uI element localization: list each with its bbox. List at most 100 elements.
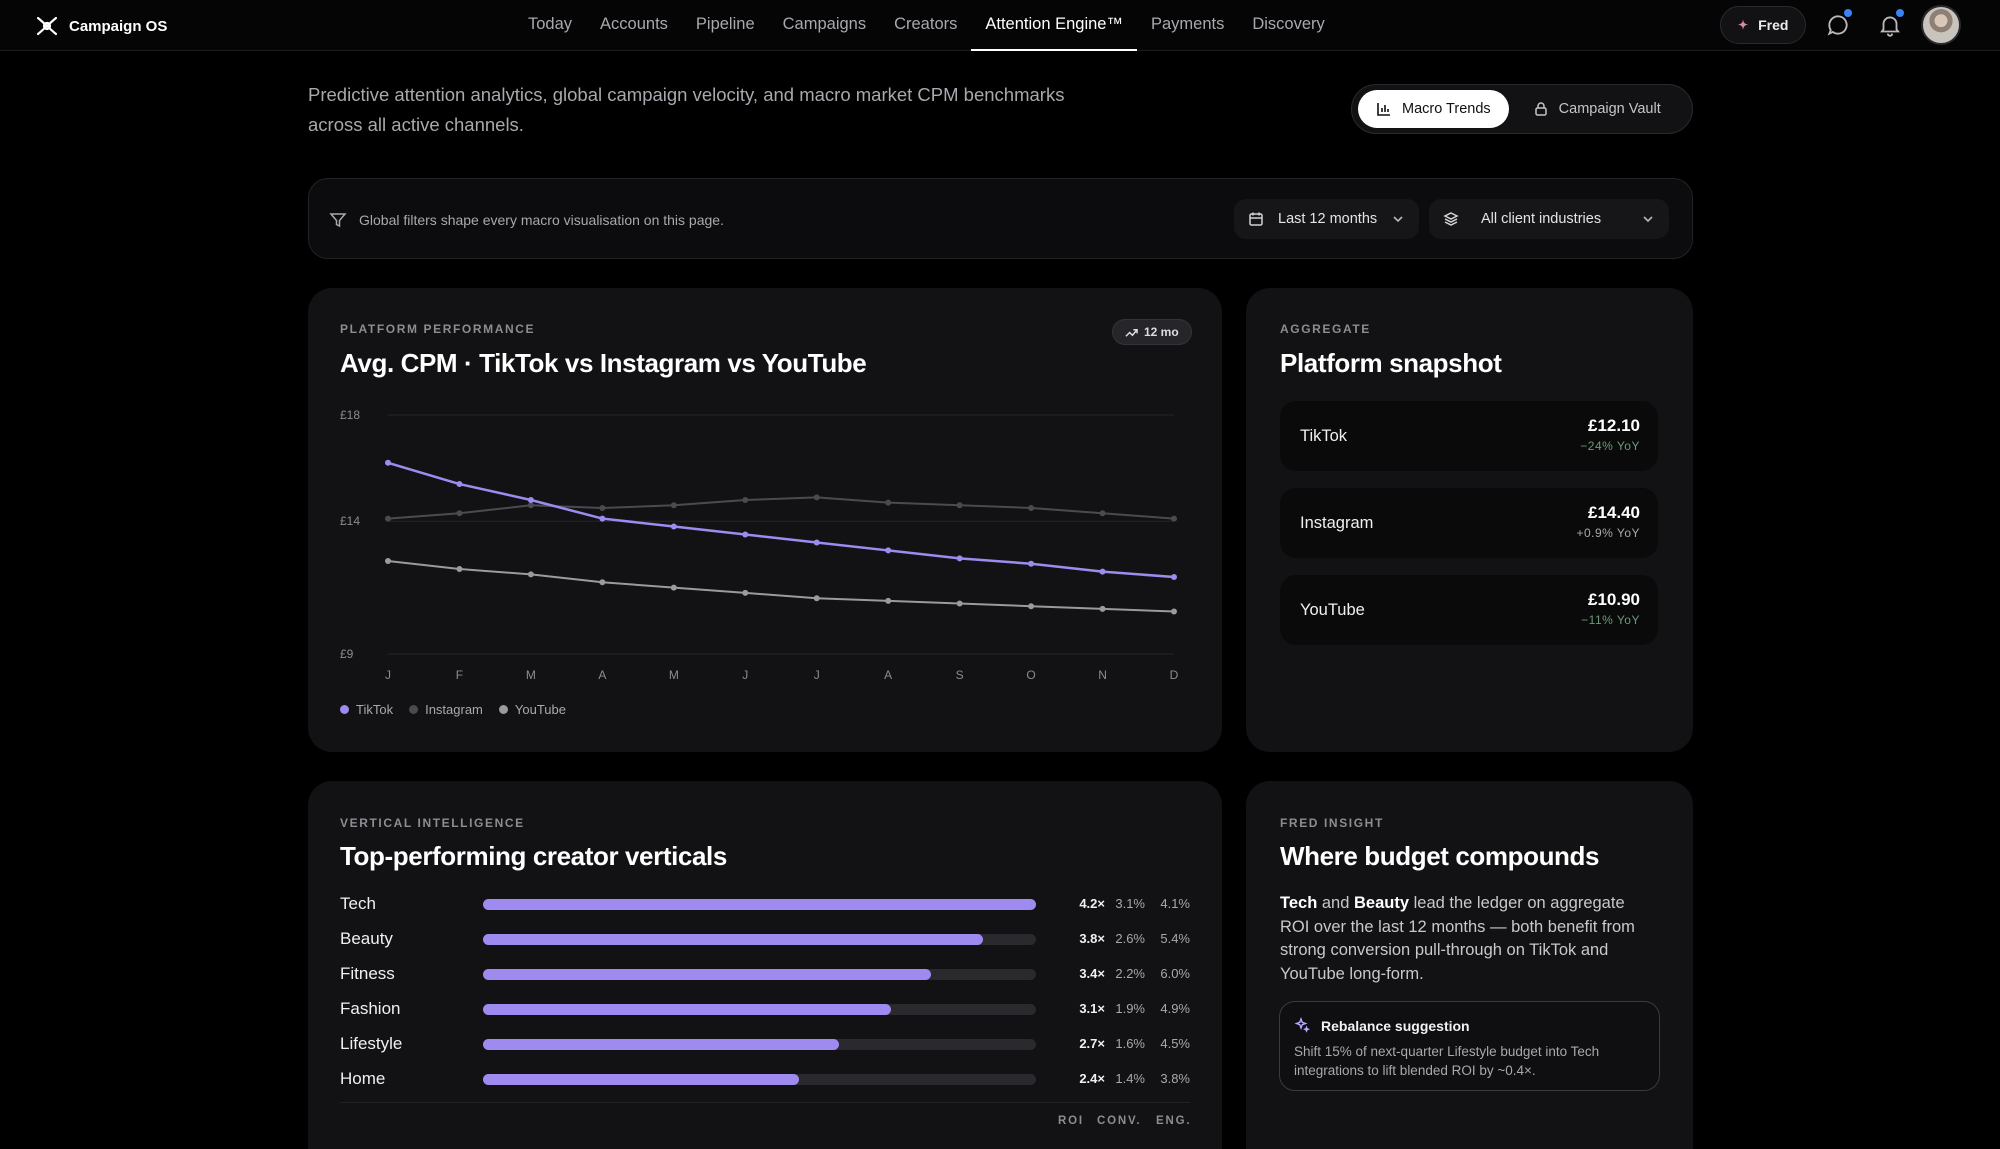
period-badge[interactable]: 12 mo [1112,319,1192,345]
data-point-youtube[interactable] [1099,605,1106,612]
data-point-instagram[interactable] [742,496,749,503]
insight-and: and [1317,894,1354,912]
data-point-youtube[interactable] [527,571,534,578]
vertical-roi: 4.2× [1079,896,1105,911]
nav-discovery[interactable]: Discovery [1238,0,1338,51]
brand[interactable]: Campaign OS [35,14,167,38]
campaign-vault-tab[interactable]: Campaign Vault [1515,90,1679,128]
nav-pipeline[interactable]: Pipeline [682,0,769,51]
nav-campaigns[interactable]: Campaigns [769,0,880,51]
layers-icon [1443,212,1459,226]
vertical-eng: 5.4% [1160,931,1190,946]
vertical-row[interactable]: Home 2.4× 1.4% 3.8% [340,1069,1190,1089]
platform-row[interactable]: Instagram £14.40 +0.9% YoY [1280,488,1658,558]
nav-payments[interactable]: Payments [1137,0,1238,51]
vertical-conv: 2.2% [1115,966,1145,981]
legend-label: YouTube [514,702,566,717]
platform-name: TikTok [1300,427,1348,445]
period-value: Last 12 months [1278,211,1378,227]
data-point-instagram[interactable] [456,510,463,517]
data-point-youtube[interactable] [956,600,963,607]
platform-cpm: £10.90 [1588,590,1640,609]
nav-attention-engine[interactable]: Attention Engine™ [971,0,1137,51]
data-point-instagram[interactable] [956,502,963,509]
period-dropdown[interactable]: Last 12 months [1234,199,1420,239]
fred-assistant-button[interactable]: ✦ Fred [1720,6,1807,44]
data-point-tiktok[interactable] [527,496,534,503]
legend-swatch [340,705,349,714]
macro-trends-label: Macro Trends [1402,101,1491,117]
vertical-row[interactable]: Fashion 3.1× 1.9% 4.9% [340,999,1190,1019]
data-point-instagram[interactable] [527,502,534,509]
industry-dropdown[interactable]: All client industries [1429,199,1669,239]
data-point-youtube[interactable] [1171,608,1177,615]
data-point-instagram[interactable] [599,504,606,511]
data-point-instagram[interactable] [813,494,820,501]
legend-instagram[interactable]: Instagram [409,702,483,717]
vertical-row[interactable]: Lifestyle 2.7× 1.6% 4.5% [340,1034,1190,1054]
nav-accounts[interactable]: Accounts [586,0,682,51]
vertical-row[interactable]: Fitness 3.4× 2.2% 6.0% [340,964,1190,984]
data-point-instagram[interactable] [1099,510,1106,517]
nav-today[interactable]: Today [514,0,586,51]
data-point-tiktok[interactable] [956,555,963,562]
platform-yoy: −24% YoY [1580,439,1640,453]
data-point-instagram[interactable] [1028,504,1035,511]
data-point-tiktok[interactable] [885,547,892,554]
rebalance-suggestion[interactable]: Rebalance suggestion Shift 15% of next-q… [1279,1001,1660,1091]
data-point-youtube[interactable] [456,566,463,573]
data-point-tiktok[interactable] [1171,573,1177,580]
data-point-youtube[interactable] [742,589,749,596]
global-filter-bar: Global filters shape every macro visuali… [308,178,1693,259]
data-point-youtube[interactable] [670,584,677,591]
legend-youtube[interactable]: YouTube [498,702,566,717]
data-point-youtube[interactable] [813,595,820,602]
y-tick-label: £14 [340,514,360,528]
insight-body: Tech and Beauty lead the ledger on aggre… [1280,892,1655,986]
data-point-tiktok[interactable] [670,523,677,530]
data-point-youtube[interactable] [385,558,391,565]
nav-creators[interactable]: Creators [880,0,971,51]
data-point-instagram[interactable] [385,515,391,522]
data-point-youtube[interactable] [599,579,606,586]
filter-icon [329,212,347,227]
y-tick-label: £18 [340,408,360,422]
vertical-name: Lifestyle [340,1034,403,1053]
sparkle-icon: ✦ [1738,18,1749,32]
data-point-tiktok[interactable] [1028,560,1035,567]
macro-trends-tab[interactable]: Macro Trends [1358,90,1509,128]
data-point-instagram[interactable] [1171,515,1177,522]
messages-button[interactable] [1825,9,1852,38]
platform-row[interactable]: TikTok £12.10 −24% YoY [1280,401,1658,471]
vertical-name: Beauty [340,929,393,948]
vertical-bar-track [483,1039,1036,1050]
x-tick-label: O [1026,668,1035,682]
data-point-youtube[interactable] [1028,603,1035,610]
data-point-tiktok[interactable] [742,531,749,538]
filter-note-text: Global filters shape every macro visuali… [359,211,724,228]
series-line-tiktok [387,461,1175,579]
user-avatar[interactable] [1921,5,1961,45]
x-tick-label: N [1098,668,1107,682]
platform-row[interactable]: YouTube £10.90 −11% YoY [1280,575,1658,645]
vertical-row[interactable]: Tech 4.2× 3.1% 4.1% [340,894,1190,914]
data-point-tiktok[interactable] [456,481,463,488]
vertical-roi: 3.8× [1079,931,1105,946]
data-point-instagram[interactable] [885,499,892,506]
vertical-conv: 1.6% [1115,1036,1145,1051]
data-point-tiktok[interactable] [813,539,820,546]
legend-tiktok[interactable]: TikTok [340,702,393,717]
notifications-button[interactable] [1877,9,1904,38]
data-point-tiktok[interactable] [599,515,606,522]
brand-name: Campaign OS [69,17,168,35]
vertical-bar-track [483,934,1036,945]
platform-cpm: £12.10 [1588,416,1640,435]
vertical-row[interactable]: Beauty 3.8× 2.6% 5.4% [340,929,1190,949]
data-point-tiktok[interactable] [1099,568,1106,575]
data-point-tiktok[interactable] [385,459,391,466]
cpm-line-chart: £18 £14 £9 J F M A M J J A S O N D [340,408,1179,682]
data-point-instagram[interactable] [670,502,677,509]
vertical-bar-fill [483,899,1036,910]
vertical-bar-fill [483,1039,839,1050]
data-point-youtube[interactable] [885,597,892,604]
